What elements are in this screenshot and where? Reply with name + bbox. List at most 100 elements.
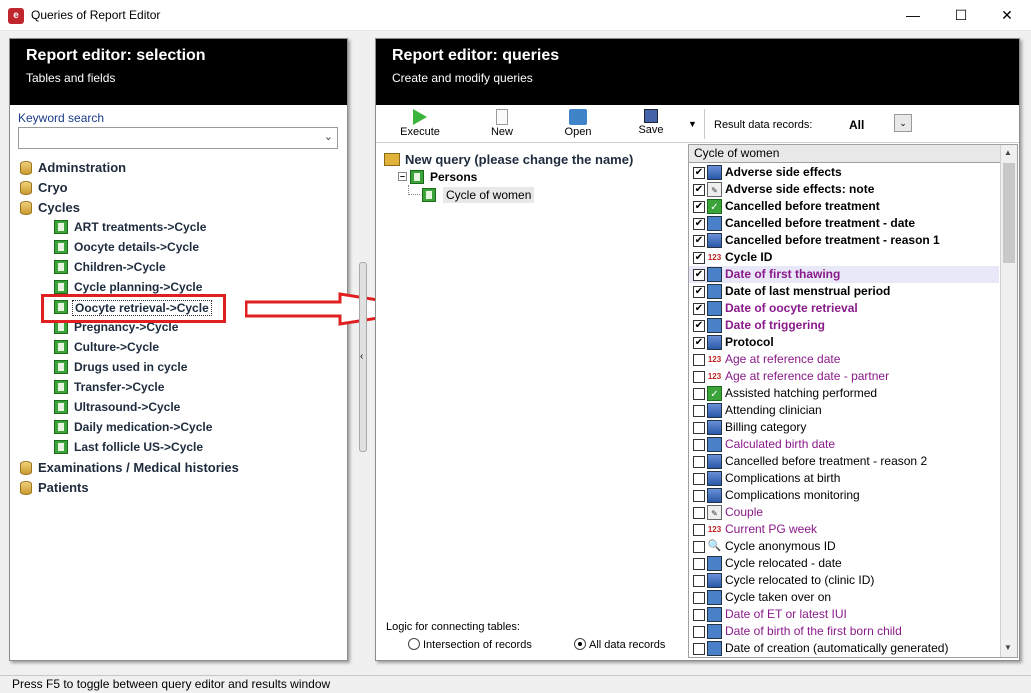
- toolbar-dropdown-icon[interactable]: ▼: [688, 119, 697, 129]
- field-row[interactable]: 123 Age at reference date: [689, 351, 999, 368]
- list-field-icon: [707, 165, 722, 180]
- field-checkbox[interactable]: [693, 490, 705, 502]
- field-row[interactable]: ✔ ✎ Adverse side effects: note: [689, 181, 999, 198]
- field-checkbox[interactable]: [693, 371, 705, 383]
- result-records-dropdown[interactable]: ⌄: [894, 114, 912, 132]
- field-row[interactable]: ✔ Date of oocyte retrieval: [689, 300, 999, 317]
- field-row[interactable]: ✔ Cancelled before treatment - date: [689, 215, 999, 232]
- field-row[interactable]: Attending clinician: [689, 402, 999, 419]
- radio-intersection[interactable]: Intersection of records: [408, 638, 532, 651]
- field-checkbox-checked[interactable]: ✔: [693, 252, 705, 264]
- field-row[interactable]: 123 Age at reference date - partner: [689, 368, 999, 385]
- field-row[interactable]: Date of ET or latest IUI: [689, 606, 999, 623]
- scroll-down-icon[interactable]: ▼: [1004, 643, 1012, 652]
- scrollbar-thumb[interactable]: [1003, 163, 1015, 263]
- field-checkbox[interactable]: [693, 405, 705, 417]
- tree-item-label: Patients: [38, 480, 89, 495]
- field-checkbox-checked[interactable]: ✔: [693, 201, 705, 213]
- field-checkbox[interactable]: [693, 456, 705, 468]
- field-list-scrollbar[interactable]: ▲ ▼: [1000, 145, 1017, 657]
- field-row[interactable]: ✔ ✓ Cancelled before treatment: [689, 198, 999, 215]
- field-row[interactable]: ✔ Protocol: [689, 334, 999, 351]
- field-row[interactable]: ✔ Cancelled before treatment - reason 1: [689, 232, 999, 249]
- selection-panel: Report editor: selection Tables and fiel…: [9, 38, 348, 661]
- new-label: New: [490, 126, 513, 138]
- field-row[interactable]: ✔ Date of triggering: [689, 317, 999, 334]
- field-row[interactable]: ✎ Couple: [689, 504, 999, 521]
- field-checkbox[interactable]: [693, 473, 705, 485]
- field-checkbox[interactable]: [693, 592, 705, 604]
- result-records-value[interactable]: All: [849, 118, 864, 132]
- field-row[interactable]: ✓ Assisted hatching performed: [689, 385, 999, 402]
- field-row[interactable]: Complications monitoring: [689, 487, 999, 504]
- table-icon: [54, 260, 68, 274]
- field-checkbox[interactable]: [693, 388, 705, 400]
- maximize-button[interactable]: ☐: [938, 0, 984, 31]
- execute-button[interactable]: Execute: [390, 107, 450, 141]
- field-checkbox-checked[interactable]: ✔: [693, 286, 705, 298]
- field-row[interactable]: Cycle relocated to (clinic ID): [689, 572, 999, 589]
- save-button[interactable]: Save: [621, 107, 681, 141]
- field-checkbox[interactable]: [693, 541, 705, 553]
- queries-panel: Report editor: queries Create and modify…: [375, 38, 1020, 661]
- minimize-button[interactable]: —: [890, 0, 936, 31]
- field-checkbox[interactable]: [693, 422, 705, 434]
- field-row[interactable]: Cycle taken over on: [689, 589, 999, 606]
- left-splitter-handle[interactable]: ‹: [359, 262, 367, 452]
- field-checkbox[interactable]: [693, 643, 705, 655]
- field-checkbox-checked[interactable]: ✔: [693, 184, 705, 196]
- field-checkbox[interactable]: [693, 507, 705, 519]
- field-row[interactable]: ✔ Adverse side effects: [689, 164, 999, 181]
- close-button[interactable]: ✕: [984, 0, 1030, 31]
- field-list: Cycle of women ✔ Adverse side effects ✔ ✎ Ad…: [688, 144, 1018, 658]
- field-checkbox[interactable]: [693, 575, 705, 587]
- radio-dot[interactable]: [408, 638, 420, 650]
- radio-dot-selected[interactable]: [574, 638, 586, 650]
- field-row[interactable]: 🔍 Cycle anonymous ID: [689, 538, 999, 555]
- result-records-label: Result data records:: [714, 119, 813, 131]
- field-checkbox[interactable]: [693, 609, 705, 621]
- date-field-icon: [707, 267, 722, 282]
- open-folder-icon: [569, 109, 587, 125]
- field-row[interactable]: ✔ Date of last menstrual period: [689, 283, 999, 300]
- open-button[interactable]: Open: [548, 107, 608, 141]
- field-row[interactable]: Billing category: [689, 419, 999, 436]
- field-label: Date of last menstrual period: [725, 284, 891, 298]
- new-button[interactable]: New: [472, 107, 532, 141]
- tree-item-label: Cryo: [38, 180, 68, 195]
- field-checkbox[interactable]: [693, 626, 705, 638]
- field-row[interactable]: ✔ 123 Cycle ID: [689, 249, 999, 266]
- field-row[interactable]: Complications at birth: [689, 470, 999, 487]
- field-checkbox-checked[interactable]: ✔: [693, 235, 705, 247]
- field-label: Cancelled before treatment - reason 1: [725, 233, 940, 247]
- field-checkbox-checked[interactable]: ✔: [693, 303, 705, 315]
- field-row[interactable]: 123 Current PG week: [689, 521, 999, 538]
- radio-all-records[interactable]: All data records: [574, 638, 665, 651]
- status-bar-text: Press F5 to toggle between query editor …: [12, 677, 331, 691]
- radio-all-records-label: All data records: [589, 639, 666, 651]
- field-row[interactable]: Cancelled before treatment - reason 2: [689, 453, 999, 470]
- field-checkbox-checked[interactable]: ✔: [693, 167, 705, 179]
- scroll-up-icon[interactable]: ▲: [1004, 148, 1012, 157]
- field-checkbox-checked[interactable]: ✔: [693, 218, 705, 230]
- keyword-search-input[interactable]: ⌄: [18, 127, 338, 149]
- field-checkbox-checked[interactable]: ✔: [693, 337, 705, 349]
- field-checkbox[interactable]: [693, 439, 705, 451]
- list-field-icon: [707, 335, 722, 350]
- field-label: Cycle relocated - date: [725, 556, 842, 570]
- field-checkbox[interactable]: [693, 558, 705, 570]
- field-row[interactable]: Calculated birth date: [689, 436, 999, 453]
- field-row[interactable]: ✔ Date of first thawing: [689, 266, 999, 283]
- field-row[interactable]: Date of creation (automatically generate…: [689, 640, 999, 657]
- field-row[interactable]: Date of birth of the first born child: [689, 623, 999, 640]
- field-checkbox-checked[interactable]: ✔: [693, 320, 705, 332]
- queries-panel-header: Report editor: queries Create and modify…: [376, 39, 1019, 105]
- field-checkbox[interactable]: [693, 524, 705, 536]
- field-checkbox[interactable]: [693, 354, 705, 366]
- queries-panel-title: Report editor: queries: [392, 47, 560, 64]
- collapse-minus-icon[interactable]: –: [398, 172, 407, 181]
- chevron-down-icon[interactable]: ⌄: [324, 130, 333, 143]
- field-row[interactable]: Cycle relocated - date: [689, 555, 999, 572]
- field-checkbox-checked[interactable]: ✔: [693, 269, 705, 281]
- tree-item-label: Cycle planning->Cycle: [74, 280, 203, 294]
